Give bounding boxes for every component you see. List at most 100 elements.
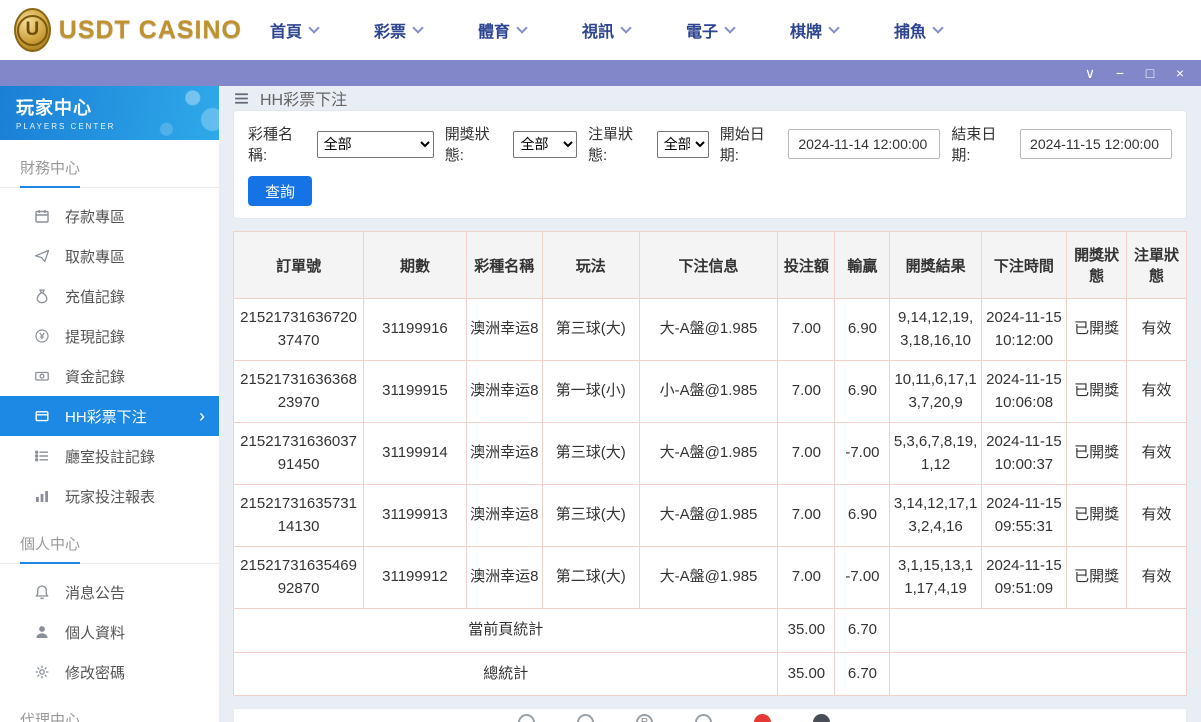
sidebar: 玩家中心 PLAYERS CENTER 財務中心存款專區取款專區 充值記錄提現記錄… xyxy=(0,86,219,722)
sidebar-item[interactable]: 提現記錄 xyxy=(0,316,219,356)
end-date-label: 結束日期: xyxy=(951,126,997,164)
table-cell: 第三球(大) xyxy=(541,484,640,547)
end-date-input[interactable] xyxy=(1020,129,1173,159)
window-controls: ∨ − □ × xyxy=(1075,60,1195,86)
sidebar-item-label: 個人資料 xyxy=(65,624,126,642)
window-titlebar: ∨ − □ × xyxy=(0,60,1201,86)
col-header-7: 輸贏 xyxy=(834,231,891,299)
table-cell: 2024-11-15 10:06:08 xyxy=(980,360,1068,423)
table-cell: 澳洲幸运8 xyxy=(465,484,543,547)
table-cell: 第一球(小) xyxy=(541,360,640,423)
summary-row: 總統計 35.00 6.70 xyxy=(232,651,1187,696)
query-button[interactable]: 查詢 xyxy=(248,176,313,206)
nav-item-3[interactable]: 體育 xyxy=(450,18,554,42)
table-row: 2152173163546992870 31199912 澳洲幸运8 第二球(大) 大-… xyxy=(232,546,1187,609)
table-cell: 2024-11-15 09:51:09 xyxy=(980,546,1068,609)
footer-circle-icon xyxy=(695,714,712,722)
sidebar-header: 玩家中心 PLAYERS CENTER xyxy=(0,86,219,140)
menu-icon[interactable] xyxy=(233,90,250,107)
bet-status-select[interactable]: 全部 xyxy=(656,130,709,158)
table-cell: 7.00 xyxy=(777,298,836,361)
sidebar-item-label: 廳室投註記錄 xyxy=(65,448,156,466)
chevron-right-icon: › xyxy=(199,406,205,426)
summary-empty xyxy=(889,651,1187,696)
sidebar-section-label-1: 財務中心 xyxy=(0,140,219,188)
sidebar-item[interactable]: HH彩票下注 › xyxy=(0,396,219,436)
sidebar-item[interactable]: 存款專區 xyxy=(0,196,219,236)
footer-location-icon xyxy=(754,714,771,722)
sidebar-item[interactable]: 取款專區 xyxy=(0,236,219,276)
bell-icon xyxy=(35,585,49,600)
summary-bet-total: 35.00 xyxy=(777,651,836,696)
table-cell: 有效 xyxy=(1126,360,1187,423)
logo-letter: U xyxy=(16,14,48,46)
table-cell: 第二球(大) xyxy=(541,546,640,609)
chevron-down-icon xyxy=(620,22,632,34)
col-header-8: 開獎結果 xyxy=(889,231,982,299)
sidebar-item[interactable]: 修改密碼 xyxy=(0,652,219,692)
table-row: 2152173163573114130 31199913 澳洲幸运8 第三球(大) 大-… xyxy=(232,484,1187,547)
draw-status-filter-label: 開獎狀態: xyxy=(444,126,490,164)
table-row: 2152173163603791450 31199914 澳洲幸运8 第三球(大) 大-… xyxy=(232,422,1187,485)
breadcrumb: HH彩票下注 xyxy=(233,86,1187,110)
main-panel: HH彩票下注 彩種名稱: 全部 開獎狀態: 全部 注單狀態: 全部 開始日期: … xyxy=(219,86,1201,722)
table-cell: 大-A盤@1.985 xyxy=(638,422,779,485)
sidebar-item-label: 提現記錄 xyxy=(65,328,126,346)
nav-item-2[interactable]: 彩票 xyxy=(346,18,450,42)
minimize-button[interactable]: − xyxy=(1105,60,1135,86)
table-body: 2152173163672037470 31199916 澳洲幸运8 第三球(大) 大-… xyxy=(232,298,1187,696)
col-header-1: 訂單號 xyxy=(232,231,365,299)
sidebar-item-label: 資金記錄 xyxy=(65,368,126,386)
start-date-input[interactable] xyxy=(788,129,941,159)
sidebar-item[interactable]: 廳室投註記錄 xyxy=(0,436,219,476)
footer-user-icon xyxy=(813,714,830,722)
filter-row: 彩種名稱: 全部 開獎狀態: 全部 注單狀態: 全部 開始日期: 結束日期: xyxy=(248,123,1173,165)
footer-registered-icon: R xyxy=(636,714,653,722)
logo-text: USDT CASINO xyxy=(58,15,242,44)
sidebar-item[interactable]: 資金記錄 xyxy=(0,356,219,396)
table-cell: 31199912 xyxy=(363,546,467,609)
sidebar-item[interactable]: 個人資料 xyxy=(0,612,219,652)
logo[interactable]: U USDT CASINO xyxy=(14,8,242,52)
table-cell: 第三球(大) xyxy=(541,298,640,361)
summary-row: 當前頁統計 35.00 6.70 xyxy=(232,608,1187,653)
nav-item-5[interactable]: 電子 xyxy=(658,18,762,42)
nav-item-1[interactable]: 首頁 xyxy=(242,18,346,42)
sidebar-item[interactable]: 玩家投注報表 xyxy=(0,476,219,516)
lottery-bet-icon xyxy=(35,411,49,422)
sidebar-menu: 財務中心存款專區取款專區 充值記錄提現記錄資金記錄 HH彩票下注 › 廳室投註記錄 玩家投… xyxy=(0,140,219,722)
chevron-down-icon xyxy=(516,22,528,34)
table-cell: 澳洲幸运8 xyxy=(465,298,543,361)
sidebar-item[interactable]: 消息公告 xyxy=(0,572,219,612)
nav-item-label: 視訊 xyxy=(581,24,614,41)
sidebar-item-label: 存款專區 xyxy=(65,208,126,226)
table-cell: 2152173163636823970 xyxy=(232,360,365,423)
chevron-down-icon xyxy=(308,22,320,34)
table-cell: 已開獎 xyxy=(1066,422,1128,485)
table-row: 2152173163636823970 31199915 澳洲幸运8 第一球(小) 小-… xyxy=(232,360,1187,423)
bets-table: 訂單號 期數 彩種名稱 玩法 下注信息 投注額 輸贏 開獎結果 下注時間 開獎狀態 注單狀態 215… xyxy=(232,231,1187,696)
sidebar-section-label-2: 個人中心 xyxy=(0,516,219,564)
table-header-row: 訂單號 期數 彩種名稱 玩法 下注信息 投注額 輸贏 開獎結果 下注時間 開獎狀態 注單狀態 xyxy=(232,231,1187,299)
sidebar-subtitle: PLAYERS CENTER xyxy=(16,122,116,131)
withdraw-icon xyxy=(34,249,50,263)
sidebar-item-label: 玩家投注報表 xyxy=(65,488,156,506)
col-header-2: 期數 xyxy=(363,231,467,299)
table-cell: 大-A盤@1.985 xyxy=(638,484,779,547)
chevron-down-button[interactable]: ∨ xyxy=(1075,60,1105,86)
sidebar-item[interactable]: 充值記錄 xyxy=(0,276,219,316)
nav-item-label: 彩票 xyxy=(373,24,406,41)
nav-item-6[interactable]: 棋牌 xyxy=(762,18,866,42)
chevron-down-icon xyxy=(412,22,424,34)
top-header: U USDT CASINO 首頁 彩票 體育 視訊 電子 棋牌 捕魚 xyxy=(0,0,1201,60)
col-header-9: 下注時間 xyxy=(980,231,1068,299)
draw-status-select[interactable]: 全部 xyxy=(513,130,578,158)
nav-item-4[interactable]: 視訊 xyxy=(554,18,658,42)
nav-item-7[interactable]: 捕魚 xyxy=(866,18,970,42)
table-cell: 31199913 xyxy=(363,484,467,547)
maximize-button[interactable]: □ xyxy=(1135,60,1165,86)
lottery-select[interactable]: 全部 xyxy=(316,130,434,158)
close-button[interactable]: × xyxy=(1165,60,1195,86)
table-cell: 澳洲幸运8 xyxy=(465,546,543,609)
nav-item-label: 體育 xyxy=(477,24,510,41)
